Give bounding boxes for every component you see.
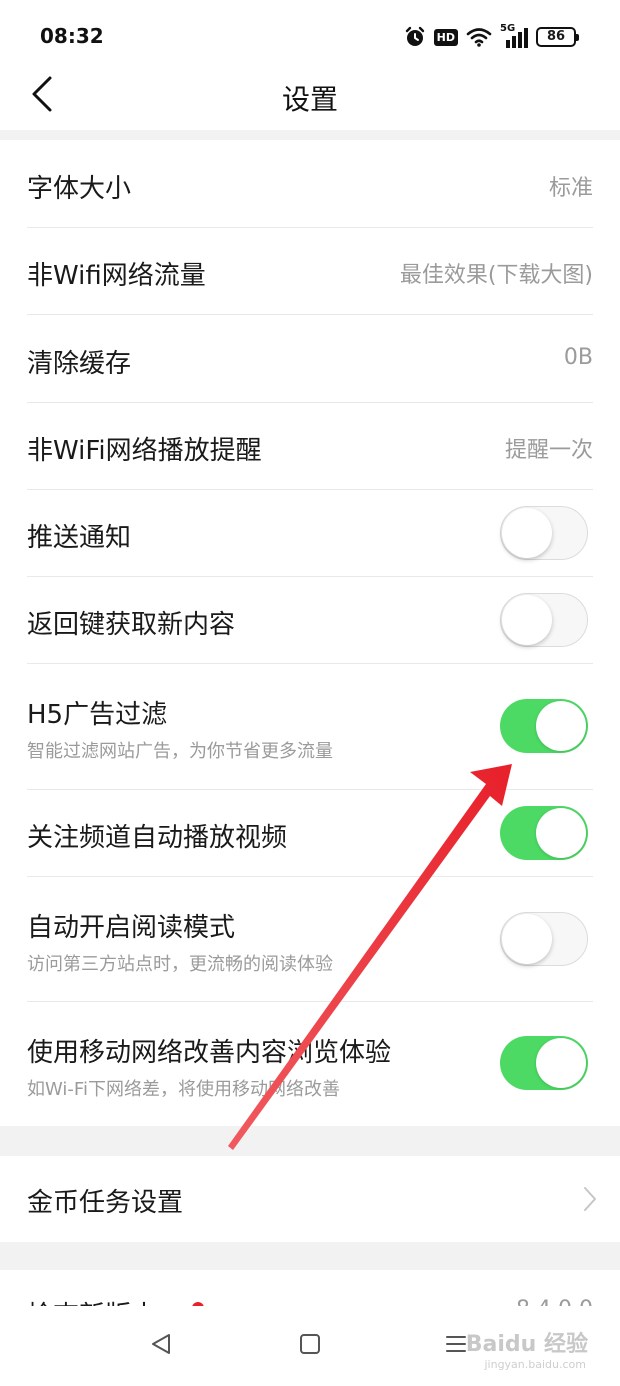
setting-label: H5广告过滤 xyxy=(27,700,168,730)
hd-badge: HD xyxy=(433,28,458,46)
section-divider xyxy=(0,1242,620,1270)
setting-non-wifi-play-reminder[interactable]: 非WiFi网络播放提醒 提醒一次 xyxy=(0,403,620,490)
setting-description: 智能过滤网站广告，为你节省更多流量 xyxy=(27,741,333,762)
setting-back-key-refresh: 返回键获取新内容 xyxy=(0,577,620,664)
setting-label: 清除缓存 xyxy=(27,349,132,379)
page-title: 设置 xyxy=(281,83,338,116)
setting-label: 金币任务设置 xyxy=(27,1188,184,1218)
auto-play-video-toggle[interactable] xyxy=(500,806,588,860)
setting-value: 最佳效果(下载大图) xyxy=(399,263,593,288)
setting-label: 自动开启阅读模式 xyxy=(27,913,236,943)
push-notification-toggle[interactable] xyxy=(500,506,588,560)
toggle-knob xyxy=(536,1038,586,1088)
setting-label: 非WiFi网络播放提醒 xyxy=(27,436,262,466)
setting-label: 关注频道自动播放视频 xyxy=(27,823,288,853)
setting-clear-cache[interactable]: 清除缓存 0B xyxy=(0,315,620,403)
baidu-watermark-url: jingyan.baidu.com xyxy=(484,1358,586,1371)
toggle-knob xyxy=(502,914,552,964)
setting-check-update[interactable]: 检查新版本 8.4.0.0 xyxy=(0,1270,620,1310)
status-bar: 08:32 HD 5G 86 xyxy=(0,0,620,70)
toggle-knob xyxy=(536,808,586,858)
reading-mode-toggle[interactable] xyxy=(500,912,588,966)
setting-h5-ad-filter: H5广告过滤 智能过滤网站广告，为你节省更多流量 xyxy=(0,664,620,790)
setting-value: 提醒一次 xyxy=(504,438,593,463)
status-icons: HD 5G 86 xyxy=(404,23,579,50)
h5-ad-filter-toggle[interactable] xyxy=(500,699,588,753)
toggle-knob xyxy=(502,508,552,558)
setting-font-size[interactable]: 字体大小 标准 xyxy=(0,140,620,228)
setting-label: 非Wifi网络流量 xyxy=(27,261,206,291)
system-nav-bar: Baidu 经验 jingyan.baidu.com xyxy=(0,1306,620,1386)
signal-icon xyxy=(506,28,528,48)
setting-description: 访问第三方站点时，更流畅的阅读体验 xyxy=(27,954,333,975)
setting-reading-mode: 自动开启阅读模式 访问第三方站点时，更流畅的阅读体验 xyxy=(0,877,620,1002)
nav-home-icon[interactable] xyxy=(298,1332,322,1356)
setting-value: 标准 xyxy=(548,176,593,201)
setting-value: 0B xyxy=(563,345,593,370)
toggle-knob xyxy=(536,701,586,751)
mobile-network-boost-toggle[interactable] xyxy=(500,1036,588,1090)
setting-mobile-network-boost: 使用移动网络改善内容浏览体验 如Wi-Fi下网络差，将使用移动网络改善 xyxy=(0,1002,620,1126)
nav-bar: 设置 xyxy=(0,62,620,130)
status-time: 08:32 xyxy=(40,24,104,48)
signal-5g: 5G xyxy=(500,23,528,48)
wifi-icon xyxy=(466,28,492,47)
setting-label: 使用移动网络改善内容浏览体验 xyxy=(27,1038,392,1068)
setting-label: 字体大小 xyxy=(27,174,132,204)
section-divider xyxy=(0,1126,620,1156)
nav-menu-icon[interactable] xyxy=(444,1332,468,1356)
chevron-right-icon xyxy=(584,1187,596,1211)
toggle-knob xyxy=(502,595,552,645)
setting-label: 推送通知 xyxy=(27,523,132,553)
nav-back-icon[interactable] xyxy=(149,1332,173,1356)
baidu-watermark: Baidu 经验 xyxy=(465,1332,588,1357)
setting-coin-task[interactable]: 金币任务设置 xyxy=(0,1156,620,1242)
setting-label: 返回键获取新内容 xyxy=(27,610,236,640)
setting-push-notification: 推送通知 xyxy=(0,490,620,577)
setting-auto-play-video: 关注频道自动播放视频 xyxy=(0,790,620,877)
setting-description: 如Wi-Fi下网络差，将使用移动网络改善 xyxy=(27,1079,340,1100)
back-key-refresh-toggle[interactable] xyxy=(500,593,588,647)
battery-indicator: 86 xyxy=(536,27,579,47)
section-divider xyxy=(0,130,620,140)
setting-non-wifi-traffic[interactable]: 非Wifi网络流量 最佳效果(下载大图) xyxy=(0,228,620,315)
alarm-icon xyxy=(405,26,424,46)
